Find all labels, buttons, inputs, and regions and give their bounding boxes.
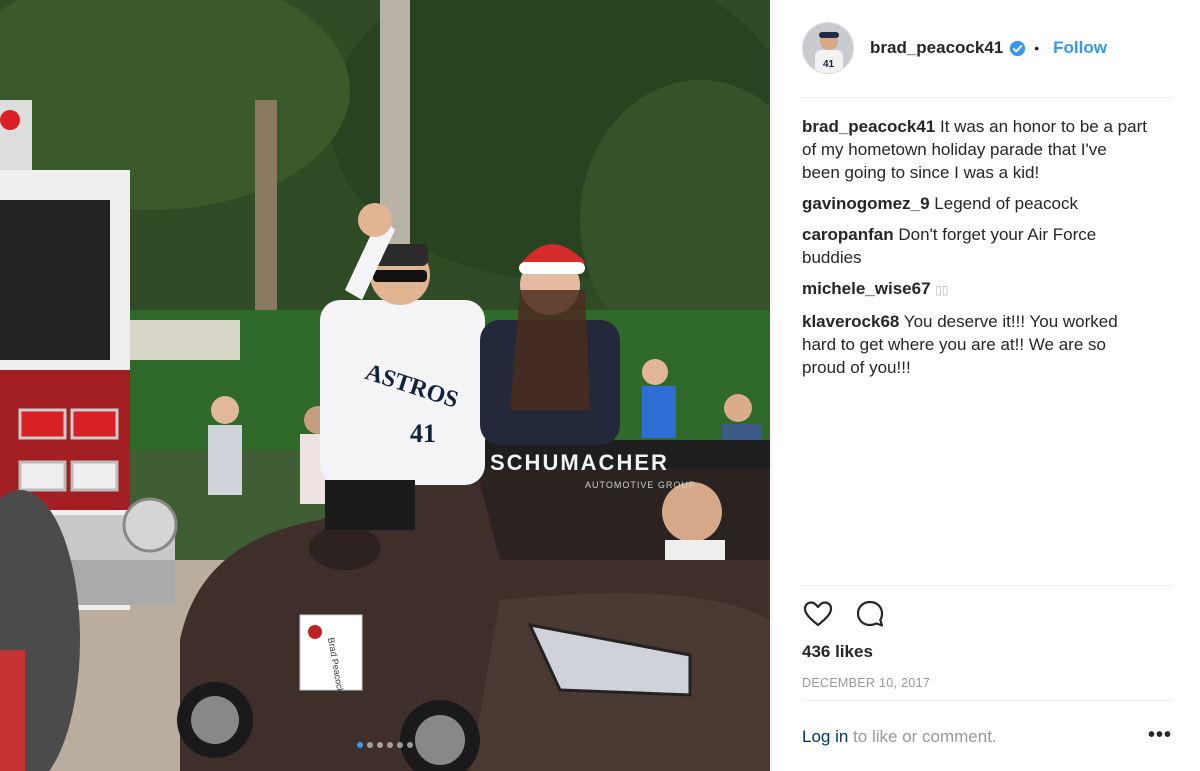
car-banner-text: SCHUMACHER [490,450,669,475]
comment-username[interactable]: klaverock68 [802,312,899,331]
comment-username[interactable]: michele_wise67 [802,279,931,298]
carousel-dot[interactable] [407,742,413,748]
like-count[interactable]: 436 likes [802,642,873,662]
avatar[interactable]: 41 [802,22,854,74]
comment-username[interactable]: gavinogomez_9 [802,194,930,213]
actions-divider [802,585,1172,586]
door-sign-text: Brad Peacock [326,637,346,694]
follow-button[interactable]: Follow [1053,38,1107,58]
caption: brad_peacock41 It was an honor to be a p… [802,115,1147,184]
comment-text: ▯▯ [935,283,949,297]
comment-item: klaverock68 You deserve it!!! You worked… [802,310,1147,379]
post-photo[interactable]: SCHUMACHER AUTOMOTIVE GROUP ASTROS 41 Br… [0,0,770,771]
carousel-dot[interactable] [357,742,363,748]
header-separator: • [1034,40,1040,56]
heart-icon[interactable] [802,598,834,630]
comment-item: michele_wise67 ▯▯ [802,277,1147,302]
jersey-text: ASTROS [362,359,461,413]
comment-login-prompt: Log in to like or comment. ••• [802,724,1172,750]
carousel-indicator[interactable] [0,742,770,748]
post-side-panel: 41 brad_peacock41 • Follow brad_peacock4… [771,0,1200,771]
comment-item: gavinogomez_9 Legend of peacock [802,192,1147,215]
carousel-dot[interactable] [377,742,383,748]
more-options-button[interactable]: ••• [1148,724,1172,747]
jersey-number: 41 [410,419,436,448]
comment-username[interactable]: brad_peacock41 [802,117,935,136]
comment-text: Legend of peacock [934,194,1078,213]
post-header: 41 brad_peacock41 • Follow [802,22,1172,74]
post-date[interactable]: DECEMBER 10, 2017 [802,676,930,690]
carousel-dot[interactable] [397,742,403,748]
svg-text:41: 41 [823,59,835,70]
post-author-username[interactable]: brad_peacock41 [870,38,1003,58]
comment-item: caropanfan Don't forget your Air Force b… [802,223,1147,269]
verified-badge-icon [1010,40,1026,56]
login-link[interactable]: Log in [802,727,848,747]
comments-list: brad_peacock41 It was an honor to be a p… [802,115,1147,387]
footer-divider [802,700,1172,701]
car-banner-subtext: AUTOMOTIVE GROUP [585,480,696,490]
carousel-dot[interactable] [387,742,393,748]
comment-username[interactable]: caropanfan [802,225,894,244]
post-actions [802,598,886,630]
comment-icon[interactable] [854,598,886,630]
carousel-dot[interactable] [367,742,373,748]
header-divider [802,97,1172,98]
login-prompt-text: to like or comment. [848,727,997,746]
